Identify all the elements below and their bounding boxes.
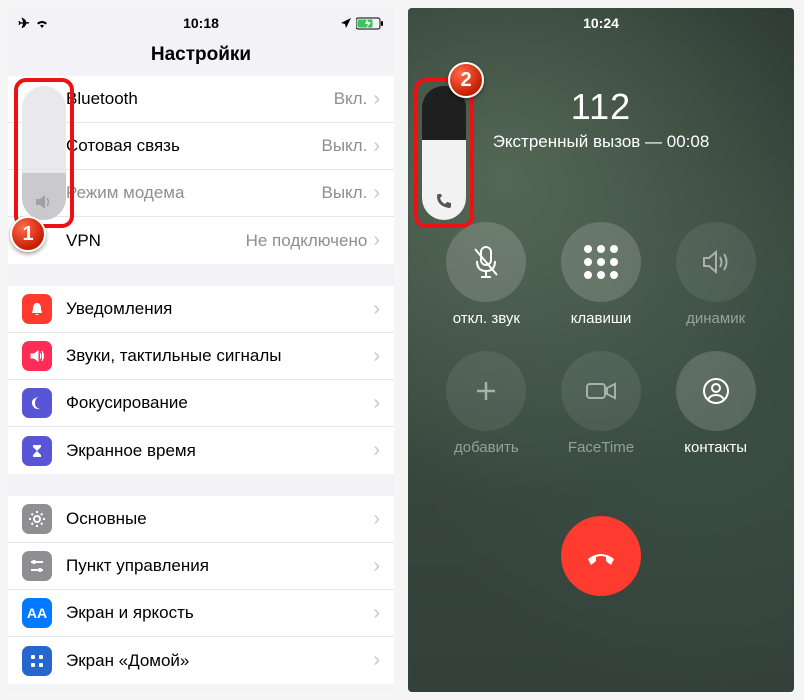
battery-icon xyxy=(356,17,384,30)
row-label: Экран «Домой» xyxy=(66,651,373,671)
row-label: Уведомления xyxy=(66,299,373,319)
page-title: Настройки xyxy=(8,38,394,76)
row-value: Выкл. xyxy=(321,183,367,203)
keypad-button[interactable]: клавиши xyxy=(556,222,647,327)
chevron-right-icon: › xyxy=(373,555,380,578)
button-label: FaceTime xyxy=(568,439,634,456)
row-label: Режим модема xyxy=(66,183,321,203)
row-label: Экран и яркость xyxy=(66,603,373,623)
gear-icon xyxy=(22,504,52,534)
speaker-button[interactable]: динамик xyxy=(670,222,761,327)
contacts-button[interactable]: контакты xyxy=(670,351,761,456)
bell-icon xyxy=(22,294,52,324)
chevron-right-icon: › xyxy=(373,182,380,205)
chevron-right-icon: › xyxy=(373,439,380,462)
status-time: 10:24 xyxy=(583,15,619,31)
button-label: динамик xyxy=(686,310,745,327)
row-label: Экранное время xyxy=(66,441,373,461)
button-label: откл. звук xyxy=(453,310,520,327)
row-value: Не подключено xyxy=(246,231,368,251)
row-label: Фокусирование xyxy=(66,393,373,413)
annotation-box-1 xyxy=(14,78,74,228)
mute-icon xyxy=(446,222,526,302)
row-label: Звуки, тактильные сигналы xyxy=(66,346,373,366)
chevron-right-icon: › xyxy=(373,135,380,158)
end-call-button[interactable] xyxy=(561,516,641,596)
chevron-right-icon: › xyxy=(373,229,380,252)
annotation-badge-2: 2 xyxy=(448,62,484,98)
row-notifications[interactable]: Уведомления › xyxy=(8,286,394,333)
button-label: клавиши xyxy=(571,310,632,327)
contacts-icon xyxy=(676,351,756,431)
wifi-icon xyxy=(34,17,50,29)
settings-group-notifications: Уведомления › Звуки, тактильные сигналы … xyxy=(8,286,394,474)
plus-icon xyxy=(446,351,526,431)
status-time: 10:18 xyxy=(183,15,219,31)
status-bar: ✈ 10:18 xyxy=(8,8,394,38)
row-display[interactable]: AA Экран и яркость › xyxy=(8,590,394,637)
annotation-badge-1: 1 xyxy=(10,216,46,252)
keypad-icon xyxy=(561,222,641,302)
row-general[interactable]: Основные › xyxy=(8,496,394,543)
moon-icon xyxy=(22,388,52,418)
row-value: Вкл. xyxy=(334,89,368,109)
row-homescreen[interactable]: Экран «Домой» › xyxy=(8,637,394,684)
sliders-icon xyxy=(22,551,52,581)
row-label: Пункт управления xyxy=(66,556,373,576)
call-screen: 10:24 2 112 Экстренный вызов — 00:08 отк… xyxy=(408,8,794,692)
hangup-icon xyxy=(582,537,620,575)
speaker-icon xyxy=(676,222,756,302)
location-icon xyxy=(340,17,352,29)
row-sounds[interactable]: Звуки, тактильные сигналы › xyxy=(8,333,394,380)
call-button-grid: откл. звук клавиши динамик добавить xyxy=(441,222,761,456)
chevron-right-icon: › xyxy=(373,649,380,672)
row-label: Bluetooth xyxy=(66,89,334,109)
airplane-icon: ✈ xyxy=(18,15,30,32)
annotation-box-2 xyxy=(414,78,474,228)
hourglass-icon xyxy=(22,436,52,466)
aa-icon: AA xyxy=(22,598,52,628)
facetime-button[interactable]: FaceTime xyxy=(556,351,647,456)
settings-screen: ✈ 10:18 Настройки 1 Bluetooth Вкл. xyxy=(8,8,394,692)
chevron-right-icon: › xyxy=(373,392,380,415)
chevron-right-icon: › xyxy=(373,298,380,321)
row-label: Основные xyxy=(66,509,373,529)
mute-button[interactable]: откл. звук xyxy=(441,222,532,327)
chevron-right-icon: › xyxy=(373,602,380,625)
row-screentime[interactable]: Экранное время › xyxy=(8,427,394,474)
chevron-right-icon: › xyxy=(373,88,380,111)
button-label: добавить xyxy=(454,439,519,456)
video-icon xyxy=(561,351,641,431)
speaker-icon xyxy=(22,341,52,371)
row-focus[interactable]: Фокусирование › xyxy=(8,380,394,427)
add-call-button[interactable]: добавить xyxy=(441,351,532,456)
chevron-right-icon: › xyxy=(373,345,380,368)
row-label: VPN xyxy=(66,231,246,251)
chevron-right-icon: › xyxy=(373,508,380,531)
button-label: контакты xyxy=(684,439,747,456)
row-label: Сотовая связь xyxy=(66,136,321,156)
row-value: Выкл. xyxy=(321,136,367,156)
grid-icon xyxy=(22,646,52,676)
settings-group-general: Основные › Пункт управления › AA Экран и… xyxy=(8,496,394,684)
row-controlcenter[interactable]: Пункт управления › xyxy=(8,543,394,590)
